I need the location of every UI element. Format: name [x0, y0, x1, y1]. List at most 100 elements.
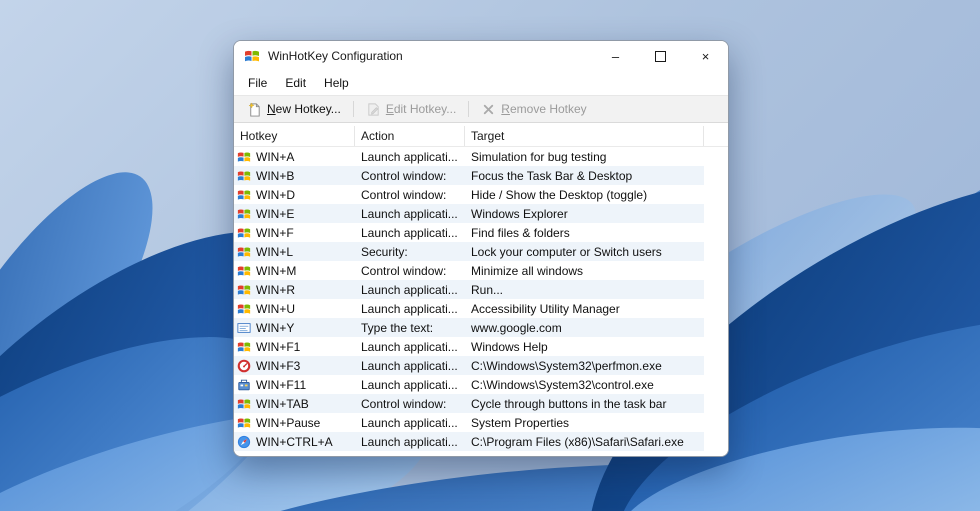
windows-flag-icon	[237, 169, 251, 183]
hotkey-label: WIN+F1	[256, 339, 301, 354]
perfmon-icon	[237, 359, 251, 373]
target-label: Hide / Show the Desktop (toggle)	[471, 187, 648, 202]
hotkey-row[interactable]: WIN+M Control window: Minimize all windows	[234, 261, 704, 280]
remove-hotkey-button: Remove Hotkey	[472, 99, 595, 120]
hotkey-row[interactable]: WIN+B Control window: Focus the Task Bar &…	[234, 166, 704, 185]
new-hotkey-button[interactable]: New Hotkey...	[238, 99, 350, 120]
action-label: Control window:	[361, 168, 447, 183]
hotkey-label: WIN+A	[256, 149, 295, 164]
windows-flag-icon	[237, 207, 251, 221]
target-label: Lock your computer or Switch users	[471, 244, 662, 259]
hotkey-label: WIN+Y	[256, 320, 295, 335]
hotkey-label: WIN+Pause	[256, 415, 321, 430]
menu-help[interactable]: Help	[315, 73, 358, 93]
hotkey-label: WIN+F	[256, 225, 294, 240]
target-label: Minimize all windows	[471, 263, 584, 278]
hotkey-label: WIN+F3	[256, 358, 301, 373]
windows-flag-icon	[237, 150, 251, 164]
target-label: Simulation for bug testing	[471, 149, 607, 164]
close-button[interactable]: ×	[683, 41, 728, 71]
hotkey-row[interactable]: WIN+F1 Launch applicati... Windows Help	[234, 337, 704, 356]
edit-hotkey-label: Edit Hotkey...	[385, 102, 457, 116]
windows-flag-icon	[237, 226, 251, 240]
target-label: www.google.com	[471, 320, 562, 335]
titlebar[interactable]: WinHotKey Configuration – ×	[234, 41, 728, 71]
new-hotkey-icon	[247, 101, 262, 117]
winhotkey-app-icon	[244, 48, 260, 64]
column-header-gutter	[704, 126, 728, 146]
close-icon: ×	[701, 48, 710, 64]
list-header: Hotkey Action Target	[234, 126, 728, 147]
windows-flag-icon	[237, 245, 251, 259]
target-label: C:\Windows\System32\perfmon.exe	[471, 358, 662, 373]
hotkey-rows: WIN+A Launch applicati... Simulation for b…	[234, 147, 728, 456]
action-label: Launch applicati...	[361, 339, 458, 354]
action-label: Security:	[361, 244, 408, 259]
hotkey-row[interactable]: WIN+L Security: Lock your computer or Swit…	[234, 242, 704, 261]
minimize-button[interactable]: –	[593, 41, 638, 71]
text-note-icon	[237, 321, 251, 335]
control-panel-icon	[237, 378, 251, 392]
action-label: Control window:	[361, 187, 447, 202]
hotkey-row[interactable]: WIN+CTRL+A Launch applicati... C:\Program …	[234, 432, 704, 451]
menubar: File Edit Help	[234, 71, 728, 95]
window-controls: – ×	[593, 41, 728, 71]
hotkey-label: WIN+E	[256, 206, 295, 221]
toolbar: New Hotkey... Edit Hotkey... Remove Hotk…	[234, 95, 728, 123]
toolbar-separator	[468, 101, 470, 117]
new-hotkey-label: New Hotkey...	[267, 102, 341, 116]
hotkey-row[interactable]: WIN+A Launch applicati... Simulation for b…	[234, 147, 704, 166]
hotkey-row[interactable]: WIN+F3 Launch applicati... C:\Windows\Syst…	[234, 356, 704, 375]
hotkey-listview: Hotkey Action Target WIN+A Launch applica…	[234, 126, 728, 456]
action-label: Launch applicati...	[361, 415, 458, 430]
hotkey-label: WIN+D	[256, 187, 295, 202]
action-label: Launch applicati...	[361, 358, 458, 373]
toolbar-separator	[352, 101, 354, 117]
menu-edit[interactable]: Edit	[276, 73, 315, 93]
action-label: Launch applicati...	[361, 301, 458, 316]
hotkey-label: WIN+TAB	[256, 396, 309, 411]
hotkey-label: WIN+B	[256, 168, 295, 183]
action-label: Type the text:	[361, 320, 434, 335]
column-header-target[interactable]: Target	[465, 126, 704, 146]
safari-icon	[237, 435, 251, 449]
hotkey-row[interactable]: WIN+Y Type the text: www.google.com	[234, 318, 704, 337]
remove-hotkey-label: Remove Hotkey	[501, 102, 587, 116]
maximize-icon	[655, 50, 666, 62]
edit-hotkey-icon	[366, 102, 381, 117]
action-label: Launch applicati...	[361, 434, 458, 449]
windows-flag-icon	[237, 302, 251, 316]
windows-flag-icon	[237, 340, 251, 354]
target-label: Focus the Task Bar & Desktop	[471, 168, 633, 183]
target-label: Find files & folders	[471, 225, 570, 240]
hotkey-row[interactable]: WIN+R Launch applicati... Run...	[234, 280, 704, 299]
column-header-hotkey[interactable]: Hotkey	[234, 126, 355, 146]
hotkey-label: WIN+L	[256, 244, 294, 259]
hotkey-row[interactable]: WIN+E Launch applicati... Windows Explorer	[234, 204, 704, 223]
windows-flag-icon	[237, 397, 251, 411]
action-label: Launch applicati...	[361, 149, 458, 164]
target-label: Windows Help	[471, 339, 548, 354]
hotkey-row[interactable]: WIN+D Control window: Hide / Show the Desk…	[234, 185, 704, 204]
hotkey-row[interactable]: WIN+U Launch applicati... Accessibility Ut…	[234, 299, 704, 318]
action-label: Launch applicati...	[361, 282, 458, 297]
column-header-action[interactable]: Action	[355, 126, 465, 146]
windows-flag-icon	[237, 264, 251, 278]
action-label: Launch applicati...	[361, 206, 458, 221]
windows-flag-icon	[237, 283, 251, 297]
action-label: Control window:	[361, 263, 447, 278]
menu-file[interactable]: File	[239, 73, 276, 93]
hotkey-label: WIN+M	[256, 263, 297, 278]
target-label: System Properties	[471, 415, 570, 430]
windows-flag-icon	[237, 188, 251, 202]
target-label: C:\Windows\System32\control.exe	[471, 377, 654, 392]
window-title: WinHotKey Configuration	[268, 49, 403, 63]
target-label: Cycle through buttons in the task bar	[471, 396, 667, 411]
hotkey-row[interactable]: WIN+Pause Launch applicati... System Prope…	[234, 413, 704, 432]
edit-hotkey-button: Edit Hotkey...	[357, 99, 465, 120]
maximize-button[interactable]	[638, 41, 683, 71]
minimize-icon: –	[611, 48, 620, 64]
hotkey-row[interactable]: WIN+F11 Launch applicati... C:\Windows\Sys…	[234, 375, 704, 394]
hotkey-row[interactable]: WIN+F Launch applicati... Find files & fol…	[234, 223, 704, 242]
hotkey-row[interactable]: WIN+TAB Control window: Cycle through butt…	[234, 394, 704, 413]
